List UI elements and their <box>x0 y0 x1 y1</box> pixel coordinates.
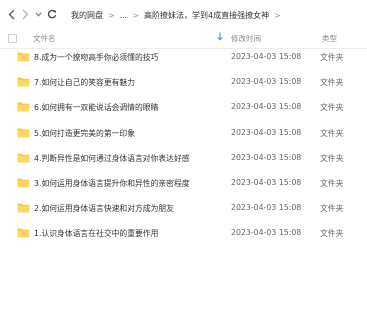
file-modified-time: 2023-04-03 15:08 <box>231 178 302 187</box>
file-name[interactable]: 8.成为一个撩吻高手你必须懂的技巧 <box>34 52 158 63</box>
file-type: 文件夹 <box>320 153 344 163</box>
file-type: 文件夹 <box>320 53 344 62</box>
file-row[interactable]: 1.认识身体语言在社交中的重要作用 2023-04-03 15:08 文件夹 <box>0 221 367 246</box>
file-name[interactable]: 7.如何让自己的笑容更有魅力 <box>34 77 135 88</box>
breadcrumb: 我的网盘 > ... > 高阶撩妹法，学到4成直接强撩女神 > <box>71 8 286 22</box>
file-modified-time: 2023-04-03 15:08 <box>231 203 302 213</box>
column-modified-header[interactable]: 修改时间 <box>231 33 261 44</box>
file-type: 文件夹 <box>320 128 344 138</box>
file-modified-time: 2023-04-03 15:08 <box>231 152 302 162</box>
folder-icon <box>17 52 30 62</box>
folder-icon <box>17 128 30 138</box>
breadcrumb-separator: > <box>274 10 281 20</box>
file-type: 文件夹 <box>320 204 344 214</box>
file-row[interactable]: 3.如何运用身体语言提升你和异性的亲密程度 2023-04-03 15:08 文件夹 <box>0 171 367 196</box>
breadcrumb-ellipsis[interactable]: ... <box>120 11 128 20</box>
arrow-down-icon <box>217 32 223 41</box>
file-row[interactable]: 5.如何打造更完美的第一印象 2023-04-03 15:08 文件夹 <box>0 121 367 146</box>
file-name[interactable]: 2.如何运用身体语言快速和对方成为朋友 <box>34 203 174 214</box>
file-name[interactable]: 6.如何拥有一双能说话会调情的眼睛 <box>34 102 158 113</box>
back-button[interactable] <box>6 7 16 21</box>
column-type-header[interactable]: 类型 <box>322 33 337 44</box>
file-modified-time: 2023-04-03 15:08 <box>231 127 302 137</box>
folder-icon <box>17 153 30 163</box>
folder-icon <box>17 228 30 238</box>
file-row[interactable]: 6.如何拥有一双能说话会调情的眼睛 2023-04-03 15:08 文件夹 <box>0 95 367 120</box>
folder-icon <box>17 178 30 188</box>
folder-icon <box>17 77 30 87</box>
file-type: 文件夹 <box>320 78 344 88</box>
file-row[interactable]: 8.成为一个撩吻高手你必须懂的技巧 2023-04-03 15:08 文件夹 <box>0 45 367 70</box>
file-modified-time: 2023-04-03 15:08 <box>231 228 302 238</box>
history-dropdown-button[interactable] <box>34 7 42 21</box>
file-type: 文件夹 <box>320 103 344 113</box>
file-row[interactable]: 7.如何让自己的笑容更有魅力 2023-04-03 15:08 文件夹 <box>0 70 367 95</box>
file-name[interactable]: 3.如何运用身体语言提升你和异性的亲密程度 <box>34 178 190 189</box>
file-name[interactable]: 5.如何打造更完美的第一印象 <box>34 128 135 139</box>
refresh-button[interactable] <box>46 7 58 21</box>
chevron-down-icon <box>34 11 42 17</box>
file-name[interactable]: 1.认识身体语言在社交中的重要作用 <box>34 228 158 239</box>
refresh-icon <box>47 9 57 19</box>
breadcrumb-root[interactable]: 我的网盘 <box>71 10 103 21</box>
column-name-header[interactable]: 文件名 <box>33 33 56 44</box>
folder-icon <box>17 203 30 213</box>
file-type: 文件夹 <box>320 229 344 239</box>
file-modified-time: 2023-04-03 15:08 <box>231 52 302 61</box>
file-row[interactable]: 4.判断异性是如何通过身体语言对你表达好感 2023-04-03 15:08 文件夹 <box>0 146 367 171</box>
select-all-checkbox[interactable] <box>8 34 17 43</box>
file-type: 文件夹 <box>320 179 344 188</box>
forward-button[interactable] <box>20 7 30 21</box>
sort-button[interactable] <box>217 32 223 43</box>
breadcrumb-separator: > <box>108 10 115 20</box>
file-name[interactable]: 4.判断异性是如何通过身体语言对你表达好感 <box>34 153 190 164</box>
breadcrumb-current[interactable]: 高阶撩妹法，学到4成直接强撩女神 <box>144 10 269 21</box>
file-modified-time: 2023-04-03 15:08 <box>231 102 302 112</box>
file-row[interactable]: 2.如何运用身体语言快速和对方成为朋友 2023-04-03 15:08 文件夹 <box>0 196 367 221</box>
file-modified-time: 2023-04-03 15:08 <box>231 77 302 87</box>
toolbar: 我的网盘 > ... > 高阶撩妹法，学到4成直接强撩女神 > <box>0 0 367 28</box>
breadcrumb-separator: > <box>132 10 140 20</box>
chevron-left-icon <box>8 9 14 19</box>
folder-icon <box>17 102 30 112</box>
chevron-right-icon <box>22 9 28 19</box>
